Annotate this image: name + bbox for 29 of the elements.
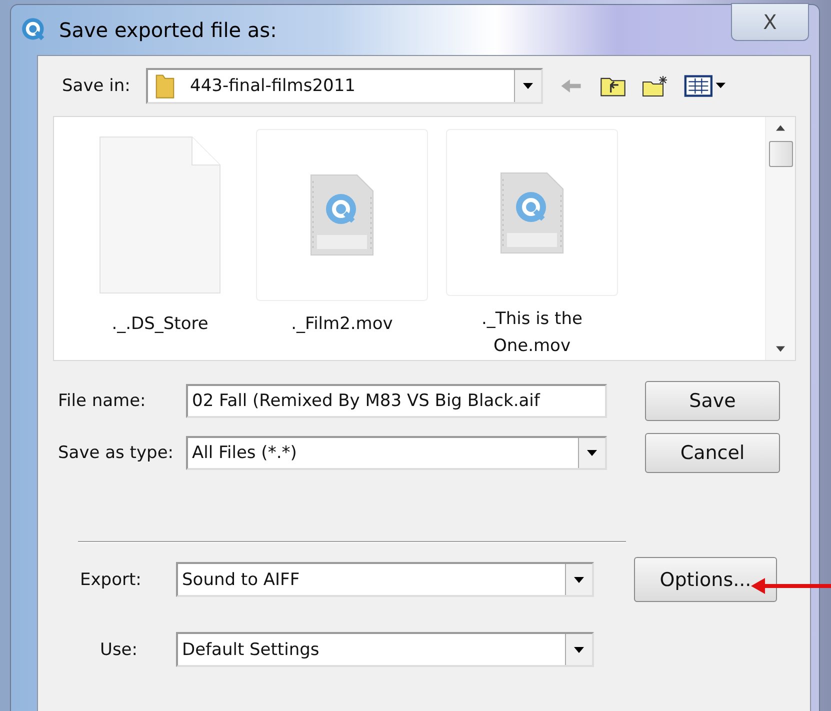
scroll-thumb[interactable] xyxy=(768,141,792,167)
field-label: File name: xyxy=(58,391,147,411)
movie-file-icon xyxy=(499,170,565,254)
export-dropdown[interactable]: Sound to AIFF xyxy=(176,562,594,597)
file-name: ._This is the One.mov xyxy=(480,308,584,358)
options-button[interactable]: Options... xyxy=(634,557,777,602)
close-button[interactable]: X xyxy=(731,3,809,41)
file-name-field[interactable]: 02 Fall (Remixed By M83 VS Big Black.aif xyxy=(186,384,607,418)
folder-dropdown[interactable]: 443-final-films2011 xyxy=(146,68,543,104)
file-type-dropdown[interactable]: All Files (*.*) xyxy=(186,436,607,470)
save-button[interactable]: Save xyxy=(645,381,780,421)
movie-file-icon xyxy=(309,173,375,257)
cancel-button[interactable]: Cancel xyxy=(645,433,780,473)
scroll-up-icon[interactable] xyxy=(776,125,785,131)
file-name: ._.DS_Store xyxy=(110,313,210,336)
new-folder-icon[interactable] xyxy=(641,73,669,99)
field-label: Export: xyxy=(80,570,142,590)
field-label: Save as type: xyxy=(58,443,175,463)
field-label: Use: xyxy=(99,640,138,660)
field-label: Save in: xyxy=(62,76,132,96)
scroll-down-icon[interactable] xyxy=(776,346,785,352)
folder-icon xyxy=(154,72,176,100)
window-title: Save exported file as: xyxy=(59,18,277,42)
file-item[interactable]: ._.DS_Store xyxy=(90,129,230,360)
scrollbar[interactable] xyxy=(765,117,795,360)
document-icon xyxy=(98,135,222,295)
settings-dropdown[interactable]: Default Settings xyxy=(176,632,594,667)
file-name: ._Film2.mov xyxy=(290,313,394,336)
app-icon xyxy=(21,17,47,43)
